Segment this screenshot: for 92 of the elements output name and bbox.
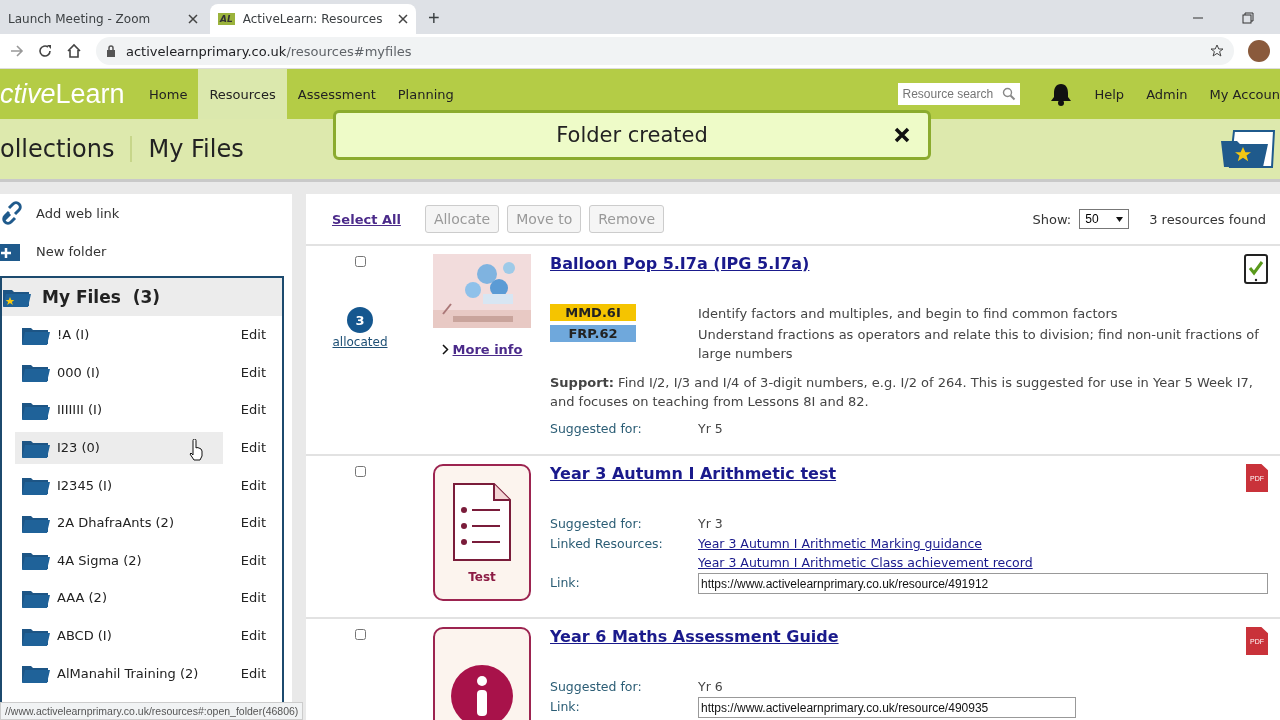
info-icon	[450, 663, 514, 720]
my-files-header[interactable]: My Files (3)	[2, 278, 282, 316]
show-label: Show:	[1032, 211, 1072, 227]
field-label: Link:	[550, 574, 581, 592]
results-count: 3 resources found	[1149, 211, 1266, 227]
linked-resource-link[interactable]: Year 3 Autumn I Arithmetic Marking guidance	[698, 534, 982, 553]
support-text: Support: Find I/2, I/3 and I/4 of 3-digit numbers, e.g. I/2 of 264. This is suggested for use in Year 5 Week I7, and focuses on teaching from Lessons 8I and 82.	[550, 374, 1254, 411]
edit-link[interactable]: Edit	[234, 627, 272, 645]
folder-item[interactable]: ABCD (I)	[15, 619, 223, 652]
sidebar-action[interactable]: Add web link	[0, 194, 292, 232]
edit-link[interactable]: Edit	[234, 476, 272, 494]
search-icon[interactable]	[998, 83, 1021, 105]
document-icon	[452, 481, 512, 562]
nav-tab[interactable]: Planning	[386, 69, 465, 119]
star-folder-icon	[1220, 129, 1276, 169]
sidebar-action[interactable]: New folder	[0, 232, 292, 270]
edit-link[interactable]: Edit	[234, 363, 272, 381]
folder-item[interactable]: !A (I)	[15, 318, 223, 351]
folder-item[interactable]: 4A Sigma (2)	[15, 544, 223, 577]
edit-link[interactable]: Edit	[234, 401, 272, 419]
folder-item[interactable]: 000 (I)	[15, 356, 223, 389]
nav-link[interactable]: My Accoun	[1209, 86, 1280, 102]
allocated-count-badge: 3	[347, 307, 373, 333]
edit-link[interactable]: Edit	[234, 551, 272, 569]
field-label: Suggested for:	[550, 515, 643, 533]
browser-tab[interactable]: Launch Meeting - Zoom	[0, 4, 206, 34]
hand-cursor-icon	[188, 438, 204, 461]
field-value: Yr 5	[698, 420, 723, 438]
select-all-link[interactable]: Select All	[332, 211, 401, 227]
curriculum-tag: FRP.62	[550, 325, 636, 342]
lock-icon	[106, 45, 116, 57]
star-icon[interactable]	[1210, 44, 1224, 58]
address-bar[interactable]: activelearnprimary.co.uk/resources#myfiles	[96, 37, 1234, 65]
tab-favicon: AL	[218, 13, 235, 25]
close-icon[interactable]	[188, 14, 198, 24]
restore-icon[interactable]	[1242, 12, 1254, 24]
avatar[interactable]	[1248, 40, 1270, 62]
edit-link[interactable]: Edit	[234, 589, 272, 607]
page-size-dropdown[interactable]: 50	[1079, 209, 1130, 229]
nav-tab[interactable]: Home	[138, 69, 199, 119]
search-field[interactable]: Resource search	[898, 83, 999, 105]
edit-link[interactable]: Edit	[234, 664, 272, 682]
resource-title-link[interactable]: Year 3 Autumn I Arithmetic test	[550, 464, 837, 483]
link-field[interactable]: https://www.activelearnprimary.co.uk/resource/491912	[698, 573, 1268, 594]
card-label: Test	[468, 569, 496, 584]
forward-icon[interactable]	[10, 44, 24, 58]
browser-tab[interactable]: AL ActiveLearn: Resources	[210, 4, 416, 34]
resource-title-link[interactable]: Year 6 Maths Assessment Guide	[550, 627, 839, 646]
close-icon[interactable]	[894, 127, 910, 143]
home-icon[interactable]	[66, 43, 82, 59]
curriculum-tag: MMD.6I	[550, 304, 636, 321]
resource-checkbox[interactable]	[354, 629, 366, 640]
linked-resource-link[interactable]: Year 3 Autumn I Arithmetic Class achievement record	[698, 553, 1033, 572]
resource-title-link[interactable]: Balloon Pop 5.I7a (IPG 5.I7a)	[550, 254, 810, 273]
nav-link[interactable]: Help	[1094, 86, 1125, 102]
nav-link[interactable]: Admin	[1146, 86, 1188, 102]
status-url: //www.activelearnprimary.co.uk/resources#:open_folder(46806)	[0, 702, 304, 720]
more-info-link[interactable]: More info	[452, 342, 523, 357]
resource-checkbox[interactable]	[354, 256, 366, 267]
nav-tab[interactable]: Assessment	[286, 69, 387, 119]
folder-item[interactable]: AlManahil Training (2)	[15, 657, 223, 690]
breadcrumb-link[interactable]: ollections	[0, 135, 115, 163]
field-label: Link:	[550, 698, 581, 716]
objective-text: Identify factors and multiples, and begin to find common factors	[698, 305, 1118, 323]
chevron-icon	[441, 344, 449, 355]
new-tab-button[interactable]: +	[420, 7, 448, 34]
allocated-link[interactable]: allocated	[332, 335, 388, 349]
folder-item[interactable]: AAA (2)	[15, 581, 223, 614]
edit-link[interactable]: Edit	[234, 514, 272, 532]
reload-icon[interactable]	[38, 44, 52, 58]
folder-item[interactable]: I2345 (I)	[15, 469, 223, 502]
nav-tab[interactable]: Resources	[198, 69, 287, 119]
toast-message: Folder created	[556, 123, 708, 147]
link-icon	[0, 200, 24, 226]
field-label: Linked Resources:	[550, 535, 664, 553]
edit-link[interactable]: Edit	[234, 439, 272, 457]
field-value: Yr 6	[698, 678, 723, 696]
objective-text: Understand fractions as operators and relate this to division; find non-unit fractions of large numbers	[698, 326, 1260, 363]
breadcrumb-current: My Files	[148, 135, 244, 163]
field-label: Suggested for:	[550, 678, 643, 696]
close-icon[interactable]	[398, 14, 408, 24]
folder-item[interactable]: I23 (0)	[15, 431, 223, 464]
folder-item[interactable]: 2A DhafraAnts (2)	[15, 506, 223, 539]
field-value: Yr 3	[698, 515, 723, 533]
folder-item[interactable]: IIIIIII (I)	[15, 394, 223, 426]
link-field[interactable]: https://www.activelearnprimary.co.uk/resource/490935	[698, 697, 1076, 718]
resource-checkbox[interactable]	[354, 466, 366, 477]
field-label: Suggested for:	[550, 420, 643, 438]
bell-icon[interactable]	[1050, 82, 1073, 106]
edit-link[interactable]: Edit	[234, 326, 272, 344]
tablet-check-icon	[1244, 254, 1268, 284]
caret-icon	[1116, 216, 1124, 222]
